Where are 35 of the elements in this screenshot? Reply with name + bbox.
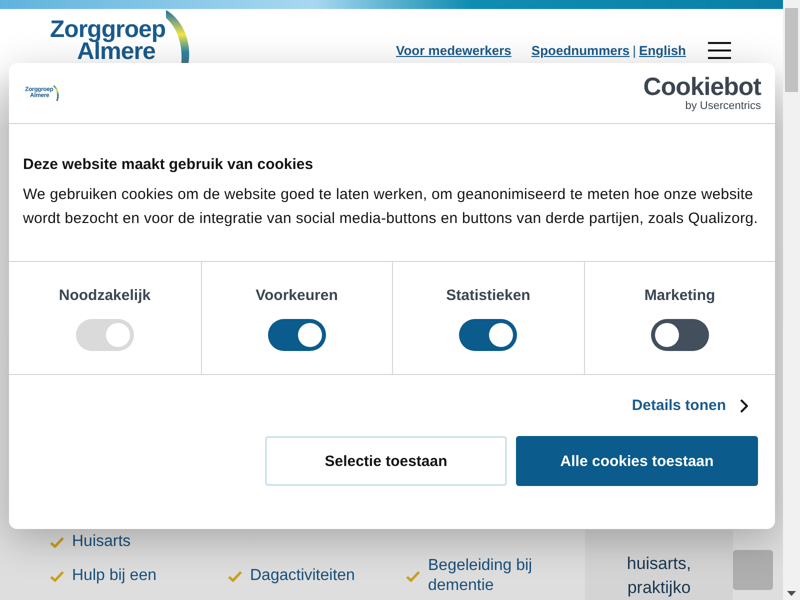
toggle-switch[interactable]: [650, 319, 709, 351]
check-icon: [406, 570, 420, 582]
toggle-switch[interactable]: [268, 319, 326, 351]
header-link[interactable]: Spoednummers: [531, 43, 630, 58]
scroll-down-icon[interactable]: [787, 591, 796, 596]
chevron-right-icon: [740, 398, 748, 412]
link-separator: |: [632, 43, 636, 58]
details-link[interactable]: Details tonen: [632, 397, 748, 414]
dialog-text: We gebruiken cookies om de website goed te laten werken, om geanonimiseerd te meten hoe onze website wordt bezocht en voor de integratie van social media-buttons en buttons van derde partijen, zoals Qualizorg.: [23, 185, 759, 229]
service-link[interactable]: Dagactiviteiten: [250, 566, 390, 586]
brand-logo-text: Cookiebot: [643, 74, 761, 100]
check-icon: [228, 570, 242, 582]
header-link[interactable]: Voor medewerkers: [396, 43, 512, 58]
header-link[interactable]: English: [639, 43, 686, 58]
category-label: Noodzakelijk: [58, 287, 151, 304]
logo-swoosh-icon: [53, 85, 60, 101]
menu-icon[interactable]: [708, 42, 731, 59]
service-link[interactable]: Huisarts: [72, 532, 212, 552]
logo-text: Zorggroep: [50, 19, 166, 41]
service-link[interactable]: Begeleiding bij dementie: [428, 556, 568, 596]
check-icon: [50, 536, 64, 548]
category-label: Marketing: [644, 287, 716, 304]
allow-selection-button[interactable]: Selectie toestaan: [265, 436, 507, 486]
scrollbar-thumb[interactable]: [785, 8, 798, 92]
category-label: Voorkeuren: [256, 287, 338, 304]
dialog-title: Deze website maakt gebruik van cookies: [23, 156, 314, 173]
category-label: Statistieken: [446, 287, 530, 304]
check-icon: [50, 570, 64, 582]
info-text: praktijko: [627, 577, 691, 599]
toggle-switch[interactable]: [459, 319, 518, 351]
logo-text: Almere: [77, 41, 156, 63]
service-link[interactable]: Hulp bij een: [72, 566, 212, 586]
accept-all-button[interactable]: Alle cookies toestaan: [516, 436, 758, 486]
info-text: huisarts,: [626, 553, 692, 575]
brand-subtitle: by Usercentrics: [685, 100, 761, 112]
